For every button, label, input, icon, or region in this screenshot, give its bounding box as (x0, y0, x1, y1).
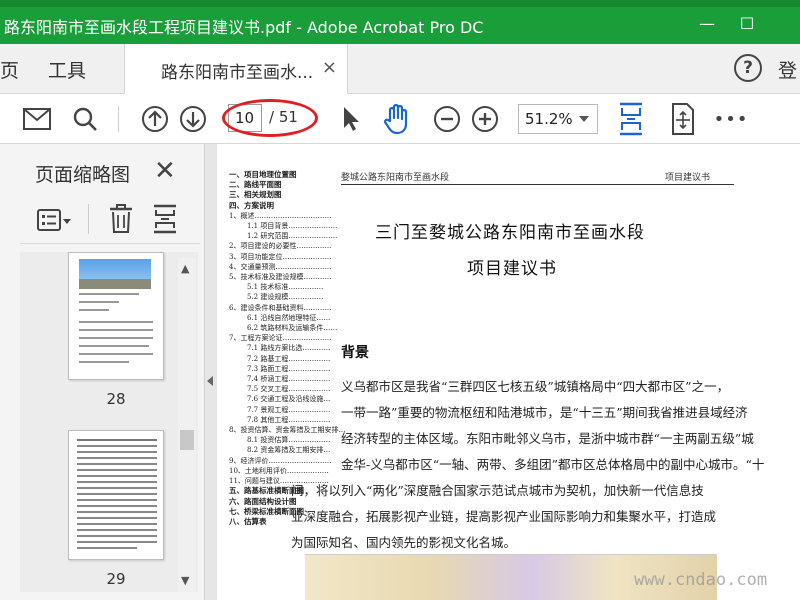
paragraph-line: 经济转型的主体区域。东阳市毗邻义乌市，是浙中城市群“一主两副五级”城 (341, 431, 754, 446)
section-heading: 背景 (341, 345, 369, 361)
document-view: 一、项目地理位置图 二、路线平面图 三、相关规划图 四、方案说明 1、概述…………………… (217, 144, 800, 600)
thumbnail-panel: 页面缩略图 ✕ 28 29 (0, 144, 205, 600)
paragraph-line: 一带一路”重要的物流枢纽和陆港城市，是“十三五”期间我省推进县域经济 (341, 405, 748, 420)
insert-page-icon[interactable] (152, 204, 178, 238)
header-rule (341, 184, 734, 185)
document-subtitle: 项目建议书 (467, 259, 557, 279)
options-icon[interactable] (36, 208, 72, 238)
panel-separator (88, 204, 89, 234)
email-icon[interactable] (20, 102, 54, 136)
paragraph-line: 业深度融合，拓展影视产业链，提高影视产业国际影响力和集聚水平，打造成 (291, 509, 717, 524)
select-cursor-icon[interactable] (334, 102, 368, 136)
paragraph-line: 义乌都市区是我省“三群四区七核五级”城镇格局中“四大都市区”之一， (341, 379, 730, 394)
toc-entry: 8、投资估算、资金筹措及工期安排… (229, 426, 346, 435)
next-page-icon[interactable] (176, 102, 210, 136)
panel-tools (20, 200, 200, 244)
toc-entry: 5、技术标准及建设规模………… (229, 273, 332, 282)
scroll-up-icon[interactable]: ▲ (181, 262, 189, 275)
page-header-right: 项目建议书 (665, 173, 711, 183)
zoom-value: 51.2% (525, 110, 573, 128)
zoom-in-icon[interactable] (468, 102, 502, 136)
window-title: 路东阳南市至画水段工程项目建议书.pdf - Adobe Acrobat Pro… (4, 18, 484, 37)
document-tab-label: 路东阳南市至画水... (161, 63, 314, 83)
toc-entry: 9、经济评价……………………… (229, 456, 332, 465)
toc-entry: 10、土地利用评价……………… (229, 466, 329, 475)
toc-entry: 2、项目建设的必要性…………… (229, 242, 332, 251)
zoom-select[interactable]: 51.2% (518, 104, 598, 134)
thumbnail-list: 28 29 (20, 252, 198, 592)
tab-tools[interactable]: 工具 (48, 56, 86, 83)
toc-entry: 7.2 路基工程……………… (247, 354, 331, 363)
scroll-down-icon[interactable]: ▼ (181, 574, 189, 587)
toc-entry: 7.7 景观工程……………… (247, 405, 331, 414)
login-button[interactable]: 登 (778, 56, 797, 83)
full-screen-icon[interactable] (666, 102, 700, 136)
toc-entry: 1、概述…………………………… (229, 211, 332, 220)
toc-entry: 8.1 投资估算……………… (247, 436, 331, 445)
toolbar: 10 / 51 51.2% ••• (0, 94, 800, 144)
close-panel-icon[interactable]: ✕ (154, 156, 176, 186)
thumbnail-scrollbar[interactable]: ▲ ▼ (178, 258, 196, 592)
more-tools-icon[interactable]: ••• (714, 102, 748, 136)
thumbnail-image-ground (79, 279, 151, 289)
toc-entry: 7.8 其他工程……………… (247, 415, 331, 424)
toc-entry: 7.5 交叉工程……………… (247, 385, 331, 394)
toc-entry: 7.3 路面工程……………… (247, 364, 331, 373)
page-thumbnail[interactable] (68, 430, 164, 560)
toc-entry: 7.4 桥涵工程……………… (247, 375, 331, 384)
toc-entry: 二、路线平面图 (229, 180, 282, 190)
toc-entry: 7、工程方案论证………………… (229, 334, 332, 343)
scrollbar-thumb[interactable] (180, 430, 194, 450)
watermark: www.cndao.com (634, 570, 768, 590)
toc-entry: 1.2 研究范围………………… (247, 232, 338, 241)
paragraph-line: 金华-义乌都市区“一轴、两带、多组团”都市区总体格局中的副中心城市。“十 (341, 457, 765, 472)
table-of-contents: 一、项目地理位置图 二、路线平面图 三、相关规划图 四、方案说明 1、概述…………………… (229, 170, 345, 527)
document-title: 三门至婺城公路东阳南市至画水段 (375, 223, 645, 243)
title-bar: 路东阳南市至画水段工程项目建议书.pdf - Adobe Acrobat Pro… (0, 0, 800, 44)
toc-entry: 7.6 交通工程及沿线设施… (247, 395, 331, 404)
thumbnail-label: 28 (106, 390, 126, 408)
help-icon[interactable]: ? (734, 54, 762, 82)
paragraph-line: 间，将以列入“两化”深度融合国家示范试点城市为契机，加快新一代信息技 (291, 483, 704, 498)
toc-entry: 一、项目地理位置图 (229, 170, 297, 179)
panel-gutter (205, 144, 217, 600)
thumbnail-label: 29 (106, 570, 126, 588)
fit-page-icon[interactable] (614, 102, 648, 136)
toc-entry: 8.2 资金筹措及工期安排… (247, 446, 331, 455)
toc-entry: 6.2 筑路材料及运输条件…… (247, 324, 338, 333)
previous-page-icon[interactable] (138, 102, 172, 136)
chevron-down-icon (579, 116, 589, 122)
collapse-panel-icon[interactable] (207, 376, 213, 386)
search-icon[interactable] (68, 102, 102, 136)
page-thumbnail[interactable] (68, 252, 164, 380)
tab-row: 页 工具 路东阳南市至画水... × (0, 44, 800, 94)
toc-entry: 5.2 建设规模…………… (247, 293, 324, 302)
paragraph-line: 为国际知名、国内领先的影视文化名城。 (291, 535, 517, 550)
toc-entry: 7.1 路线方案比选………… (247, 344, 331, 353)
delete-page-icon[interactable] (108, 204, 134, 238)
toc-entry: 5.1 技术标准…………… (247, 283, 324, 292)
toc-entry: 1.1 项目背景………………… (247, 222, 338, 231)
toc-entry: 3、项目功能定位………………… (229, 252, 332, 261)
minimize-button[interactable]: — (692, 10, 722, 36)
close-tab-icon[interactable]: × (322, 57, 337, 78)
toc-entry: 三、相关规划图 (229, 190, 282, 200)
annotation-circle (222, 99, 318, 137)
toc-entry: 6.1 沿线自然地理特征…… (247, 313, 331, 322)
tab-document[interactable]: 路东阳南市至画水... × (124, 44, 348, 94)
zoom-out-icon[interactable] (430, 102, 464, 136)
page-header-left: 婺城公路东阳南市至画水段 (341, 173, 450, 183)
maximize-button[interactable]: ☐ (732, 10, 762, 36)
toc-entry: 4、交通量预测…………………… (229, 262, 332, 271)
toc-entry: 6、建设条件和基础资料………… (229, 303, 332, 312)
title-bar-strip (0, 0, 800, 7)
toolbar-separator (118, 106, 119, 132)
toc-entry: 四、方案说明 (229, 200, 274, 210)
hand-tool-icon[interactable] (380, 102, 414, 136)
tab-home[interactable]: 页 (0, 56, 19, 83)
panel-title: 页面缩略图 (35, 164, 131, 186)
